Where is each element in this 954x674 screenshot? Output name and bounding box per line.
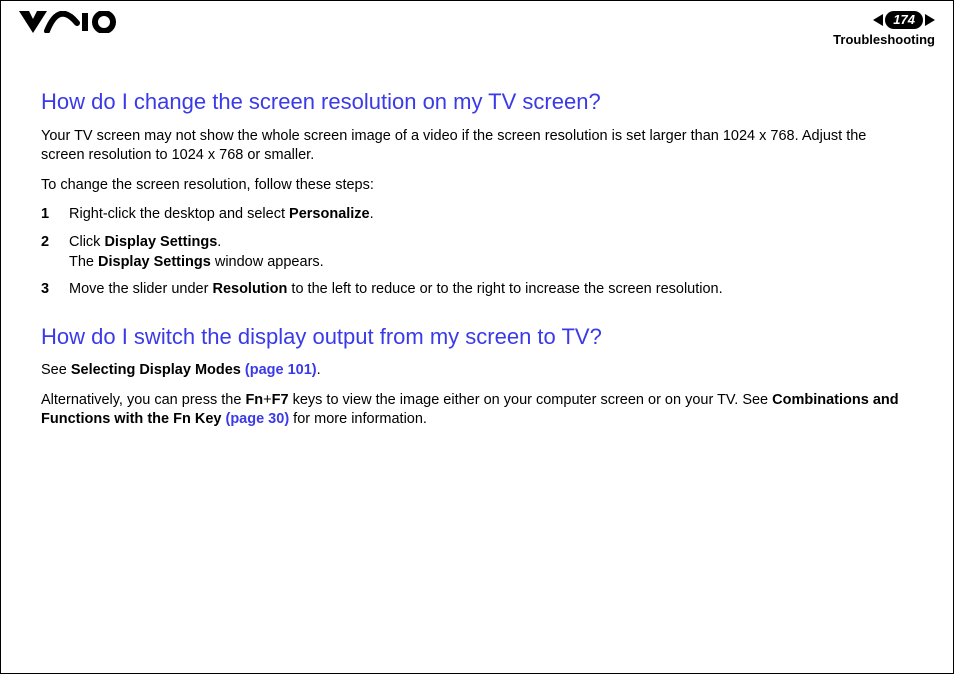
heading-switch-output: How do I switch the display output from …	[41, 322, 913, 352]
prev-page-arrow[interactable]	[873, 14, 883, 26]
page-number: 174	[885, 11, 923, 29]
step-2: Click Display Settings. The Display Sett…	[41, 233, 913, 272]
vaio-logo	[19, 11, 119, 33]
intro-text: Your TV screen may not show the whole sc…	[41, 127, 913, 166]
link-page-30[interactable]: (page 30)	[225, 411, 289, 427]
fn-f7-instruction: Alternatively, you can press the Fn+F7 k…	[41, 391, 913, 430]
header-nav: 174 Troubleshooting	[833, 11, 935, 47]
section-label: Troubleshooting	[833, 32, 935, 47]
lead-text: To change the screen resolution, follow …	[41, 176, 913, 196]
steps-list: Right-click the desktop and select Perso…	[41, 205, 913, 299]
page-content: How do I change the screen resolution on…	[1, 47, 953, 430]
see-display-modes: See Selecting Display Modes (page 101).	[41, 361, 913, 381]
step-1: Right-click the desktop and select Perso…	[41, 205, 913, 225]
page-header: 174 Troubleshooting	[1, 1, 953, 47]
next-page-arrow[interactable]	[925, 14, 935, 26]
link-page-101[interactable]: (page 101)	[245, 362, 317, 378]
document-page: 174 Troubleshooting How do I change the …	[0, 0, 954, 674]
heading-resolution: How do I change the screen resolution on…	[41, 87, 913, 117]
step-3: Move the slider under Resolution to the …	[41, 280, 913, 300]
